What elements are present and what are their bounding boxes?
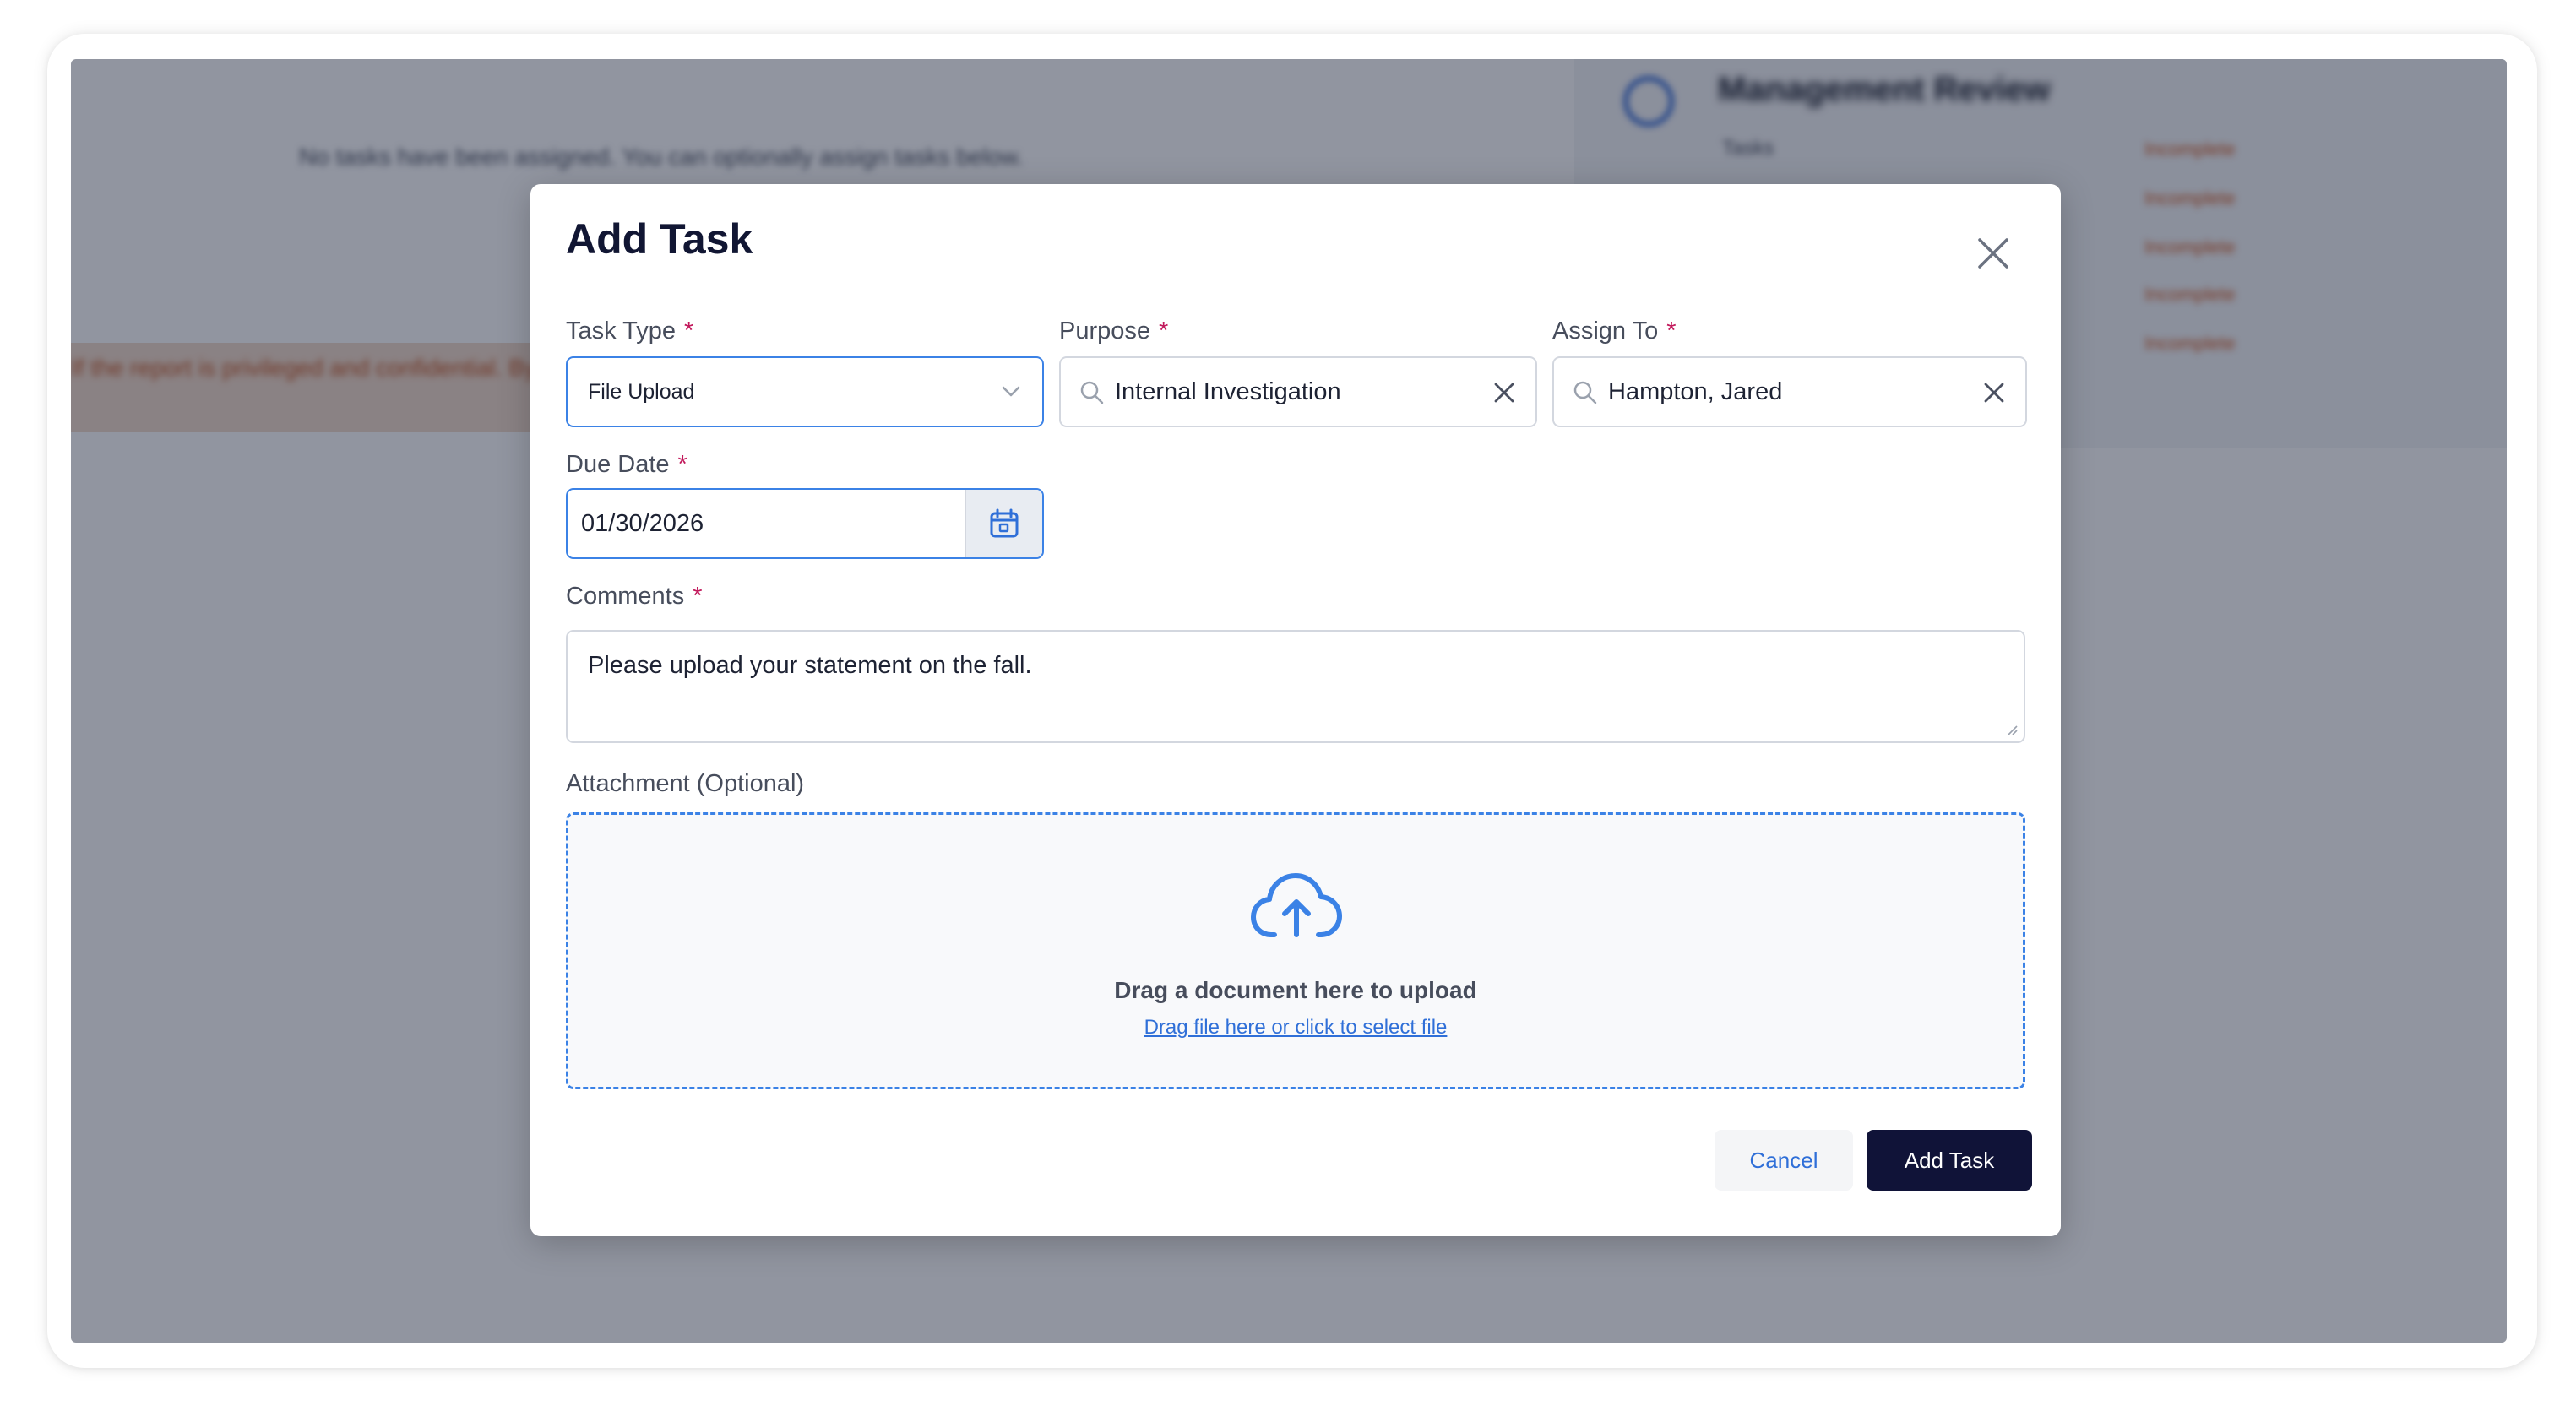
due-date-value: 01/30/2026 [581,509,704,537]
due-date-label-text: Due Date [566,451,670,478]
cancel-button[interactable]: Cancel [1715,1130,1853,1191]
search-icon [1080,381,1104,404]
purpose-value: Internal Investigation [1115,377,1341,405]
date-picker-button[interactable] [965,490,1042,557]
purpose-field[interactable]: Internal Investigation [1059,356,1537,427]
cloud-upload-icon [1251,873,1342,937]
required-marker: * [1666,318,1677,345]
required-marker: * [1159,318,1169,345]
assign-to-value: Hampton, Jared [1608,377,1783,405]
select-file-link[interactable]: Drag file here or click to select file [568,1016,2023,1039]
task-type-label: Task Type * [566,318,693,345]
purpose-label: Purpose * [1059,318,1168,345]
resize-grip-icon[interactable] [2005,723,2019,736]
clear-icon[interactable] [1983,382,2005,404]
add-task-dialog: Add Task Task Type * File Upload Purpose *… [530,184,2061,1236]
chevron-down-icon [1002,386,1020,397]
required-marker: * [693,583,703,610]
required-marker: * [677,451,687,478]
file-dropzone[interactable]: Drag a document here to upload Drag file… [566,812,2025,1089]
due-date-input[interactable]: 01/30/2026 [566,488,1044,559]
comments-label-text: Comments [566,583,685,610]
dropzone-main-text: Drag a document here to upload [1114,977,1477,1003]
task-type-value: File Upload [588,379,695,404]
close-icon [1978,238,2008,269]
assign-to-field[interactable]: Hampton, Jared [1552,356,2027,427]
assign-to-label: Assign To * [1552,318,1677,345]
comments-value: Please upload your statement on the fall… [588,652,1032,679]
attachment-label: Attachment (Optional) [566,770,805,797]
close-button[interactable] [1966,226,2020,280]
clear-icon[interactable] [1493,382,1515,404]
search-icon [1573,381,1597,404]
calendar-icon [990,508,1019,538]
purpose-label-text: Purpose [1059,318,1151,345]
assign-to-label-text: Assign To [1552,318,1659,345]
comments-textarea[interactable]: Please upload your statement on the fall… [566,630,2025,743]
dialog-title: Add Task [566,215,753,263]
due-date-label: Due Date * [566,451,687,479]
comments-label: Comments * [566,583,703,611]
task-type-label-text: Task Type [566,318,677,345]
add-task-button[interactable]: Add Task [1867,1130,2032,1191]
required-marker: * [684,318,694,345]
task-type-select[interactable]: File Upload [566,356,1044,427]
